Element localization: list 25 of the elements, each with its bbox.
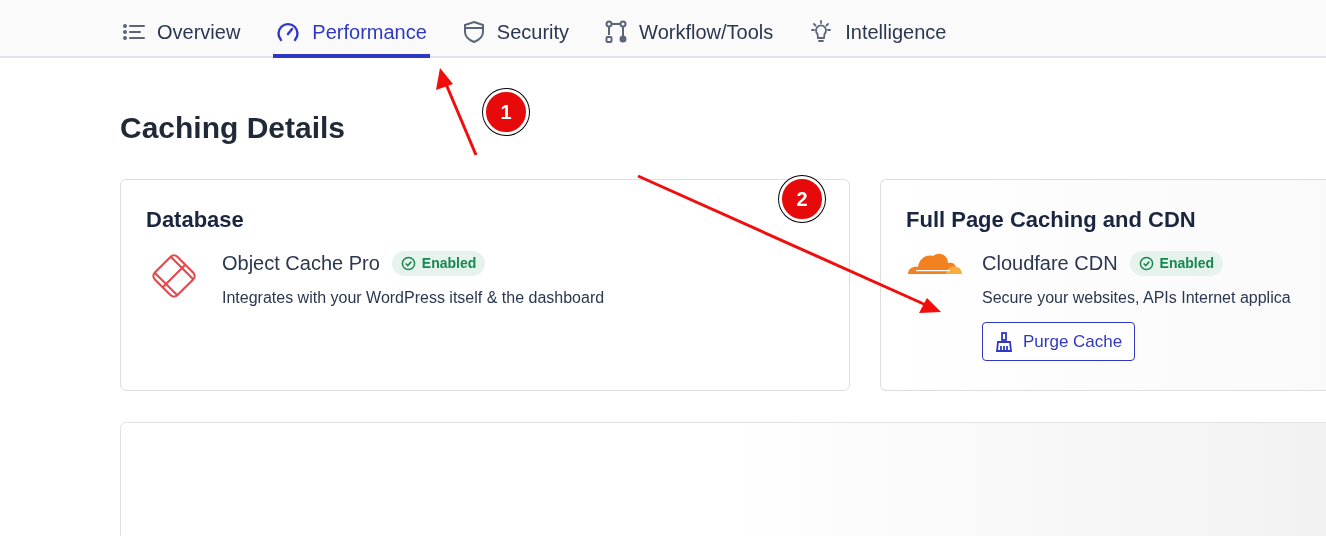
service-name: Cloudfare CDN [982, 251, 1118, 276]
list-icon [123, 23, 145, 41]
gauge-icon [276, 21, 301, 43]
service-description: Integrates with your WordPress itself & the dashboard [222, 288, 605, 308]
card-title: Full Page Caching and CDN [906, 208, 1197, 232]
service-name: Object Cache Pro [222, 251, 380, 276]
lightbulb-icon [809, 20, 834, 44]
tab[interactable]: Workflow/Tools [602, 10, 777, 58]
service-description: Secure your websites, APIs Internet applica [982, 288, 1291, 308]
card-title: Database [146, 208, 245, 232]
shield-icon [462, 20, 485, 44]
page-heading: Caching Details [120, 110, 346, 146]
status-badge: Enabled [391, 250, 486, 276]
check-circle-icon [1138, 255, 1154, 271]
tab[interactable]: Intelligence [806, 10, 950, 58]
callout-badge: 1 [483, 89, 529, 135]
tab[interactable]: Overview [120, 10, 244, 58]
workflow-icon [605, 20, 628, 44]
callout-badge: 2 [779, 176, 825, 222]
tab[interactable]: Performance [273, 10, 430, 58]
broom-icon [995, 331, 1013, 352]
tab[interactable]: Security [459, 10, 573, 58]
check-circle-icon [400, 255, 416, 271]
status-badge: Enabled [1129, 250, 1224, 276]
purge-cache-button[interactable]: Purge Cache [982, 322, 1136, 361]
